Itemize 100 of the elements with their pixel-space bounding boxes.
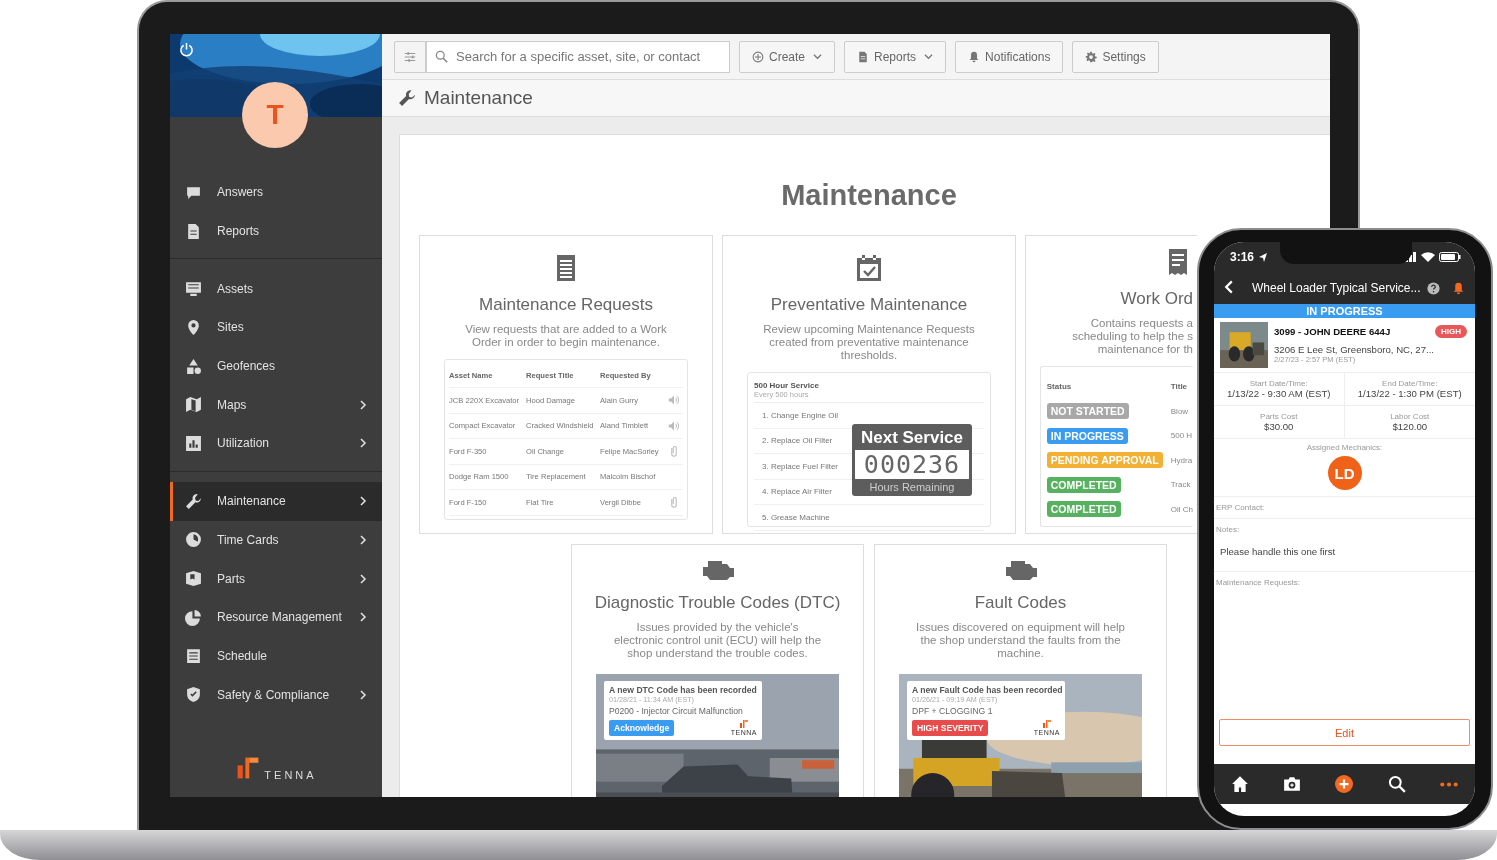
logo-text: TENNA xyxy=(264,769,317,781)
asset-address: 3206 E Lee St, Greensboro, NC, 27... xyxy=(1274,344,1434,355)
status-tag: IN PROGRESS xyxy=(1046,427,1128,444)
table-cell-text: Blow xyxy=(1170,405,1190,418)
field-label: ERP Contact: xyxy=(1215,502,1266,514)
status-tag: NOT STARTED xyxy=(1046,403,1129,420)
field-value: 1/13/22 - 9:30 AM (EST) xyxy=(1227,388,1331,399)
edit-button[interactable]: Edit xyxy=(1219,719,1470,746)
nav-item[interactable]: Maps xyxy=(170,385,382,425)
bell-icon xyxy=(968,50,981,63)
nav-item[interactable]: Schedule xyxy=(170,636,382,676)
search-field[interactable]: Search for a specific asset, site, or contact xyxy=(454,48,721,65)
card-description: maintenance for th xyxy=(1097,343,1193,356)
status-tag: COMPLETED xyxy=(1046,476,1121,493)
status-banner: IN PROGRESS xyxy=(1214,304,1475,318)
notes-text: Please handle this one first xyxy=(1219,545,1337,559)
action-button[interactable]: HIGH SEVERITY xyxy=(912,720,989,736)
card-title: Work Ord xyxy=(1120,289,1193,309)
card[interactable]: Work Ord Contains requests a scheduling to help the s maintenance for th Status Title NOT STARTED Blow IN PROGRESS 500 H PENDING APPROVAL Hydra COMPLETED Track COMPLETED Oil Ch xyxy=(1025,235,1197,534)
chevron-icon xyxy=(358,689,368,700)
toolbar-button[interactable]: Notifications xyxy=(955,40,1064,73)
help-icon[interactable] xyxy=(1426,281,1440,295)
plus-circle-icon xyxy=(752,50,764,63)
notification-detail: DPF + CLOGGING 1 xyxy=(912,706,994,716)
more-icon xyxy=(1439,781,1458,787)
chevron-icon xyxy=(358,399,368,410)
nav-item[interactable]: Reports xyxy=(170,211,382,251)
settings-icon xyxy=(1085,50,1098,63)
calendar-check-icon xyxy=(854,253,884,283)
document-icon xyxy=(857,50,870,63)
battery-icon xyxy=(1439,252,1461,262)
search-icon xyxy=(435,50,448,63)
card-description: Issues provided by the vehicle's xyxy=(636,621,799,634)
power-icon[interactable] xyxy=(179,42,194,57)
toolbar-button[interactable]: Create xyxy=(739,40,836,73)
field-label: Maintenance Requests: xyxy=(1215,577,1302,589)
card-description: thresholds. xyxy=(840,349,898,362)
wrench-icon xyxy=(398,89,416,107)
nav-item[interactable]: Resource Management xyxy=(170,597,382,637)
status-tag: COMPLETED xyxy=(1046,501,1121,518)
filter-button[interactable] xyxy=(394,40,426,73)
column-header: Title xyxy=(1170,380,1189,393)
list-icon xyxy=(185,280,202,298)
card-title: Diagnostic Trouble Codes (DTC) xyxy=(594,593,841,613)
notification-title: A new Fault Code has been recorded xyxy=(912,685,1060,695)
toolbar-button[interactable]: Reports xyxy=(844,40,947,73)
priority-badge: HIGH xyxy=(1435,325,1467,338)
card-description: created from preventative maintenance xyxy=(769,336,969,349)
tab-button[interactable] xyxy=(1333,773,1356,795)
chevron-icon xyxy=(358,612,368,623)
sliders-icon xyxy=(403,49,417,64)
page-title: Maintenance xyxy=(424,87,533,109)
card-description: Contains requests a xyxy=(1090,317,1193,330)
counter-title: Next Service xyxy=(860,428,964,448)
bell-icon[interactable] xyxy=(1451,281,1465,295)
card-description: scheduling to help the s xyxy=(1072,330,1193,343)
status-tag: PENDING APPROVAL xyxy=(1046,452,1163,469)
nav-item[interactable]: Sites xyxy=(170,308,382,347)
document-icon xyxy=(185,222,202,240)
chevron-icon xyxy=(358,496,368,507)
card[interactable] xyxy=(722,235,1016,534)
card-title: Fault Codes xyxy=(974,593,1067,613)
card-description: View requests that are added to a Work xyxy=(465,323,667,336)
chevron-icon xyxy=(358,438,368,449)
service-title: 500 Hour Service xyxy=(754,381,820,390)
card-description: Order in order to begin maintenance. xyxy=(472,336,660,349)
column-header: Status xyxy=(1046,380,1073,393)
camera-icon xyxy=(1283,775,1302,793)
counter-caption: Hours Remaining xyxy=(869,481,955,493)
nav-item[interactable]: Parts xyxy=(170,559,382,598)
search-box[interactable]: Search for a specific asset, site, or contact xyxy=(426,40,730,73)
box-icon xyxy=(185,570,202,588)
table-cell-text: Hydra xyxy=(1170,454,1193,467)
shapes-icon xyxy=(185,357,202,375)
card-title: Maintenance Requests xyxy=(479,295,653,315)
field-value: $120.00 xyxy=(1392,421,1428,432)
field-label: Parts Cost xyxy=(1260,412,1298,421)
search-icon xyxy=(1387,775,1406,793)
bar-chart-icon xyxy=(185,434,202,452)
nav-item[interactable]: Geofences xyxy=(170,346,382,386)
notification-title: A new DTC Code has been recorded xyxy=(609,685,757,695)
panel-heading: Maintenance xyxy=(780,178,958,213)
card-description: shop understand the trouble codes. xyxy=(627,647,808,660)
plus-icon xyxy=(1335,775,1354,793)
nav-item[interactable]: Assets xyxy=(170,269,382,309)
field-value: 1/13/22 - 1:30 PM (EST) xyxy=(1357,388,1462,399)
nav-item[interactable]: Utilization xyxy=(170,424,382,463)
logo-icon xyxy=(738,719,749,729)
toolbar-button[interactable]: Settings xyxy=(1072,40,1159,73)
status-time: 3:16 xyxy=(1230,250,1255,264)
card-description: machine. xyxy=(997,647,1044,660)
field-label: Notes: xyxy=(1215,524,1241,536)
nav-item[interactable]: Time Cards xyxy=(170,520,382,560)
nav-item[interactable]: Maintenance xyxy=(170,481,382,521)
card-title: Preventative Maintenance xyxy=(770,295,968,315)
wrench-icon xyxy=(185,492,202,510)
nav-item[interactable]: Safety & Compliance xyxy=(170,675,382,714)
nav-item[interactable]: Answers xyxy=(170,173,382,212)
chevron-icon xyxy=(358,534,368,545)
logo-icon xyxy=(1041,719,1052,729)
